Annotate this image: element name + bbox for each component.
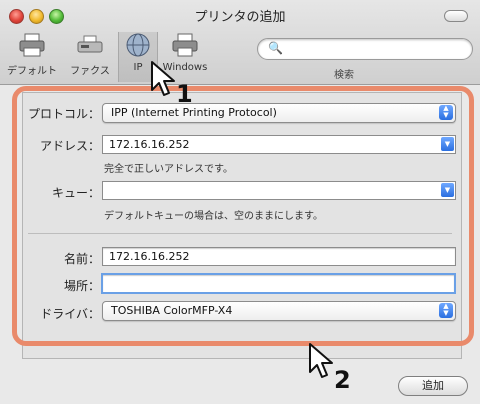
windows-printer-icon [172, 33, 198, 57]
printer-default-icon [19, 33, 45, 57]
search-field[interactable]: 🔍 [257, 38, 473, 60]
add-button[interactable]: 追加 [398, 376, 468, 396]
fax-icon [77, 35, 103, 53]
window-title: プリンタの追加 [194, 10, 286, 25]
search-icon: 🔍 [268, 41, 283, 55]
toolbar-item-fax[interactable]: ファクス [64, 32, 116, 82]
toolbar-item-label: デフォルト [7, 66, 57, 77]
add-printer-window: プリンタの追加 デフォルト ファクス IP Windows 🔍 検索 プロトコル… [0, 0, 480, 404]
toolbar-item-label: ファクス [70, 66, 110, 77]
step-1-label: 1 [176, 80, 193, 108]
search-label: 検索 [334, 70, 354, 81]
highlight-frame [12, 86, 474, 346]
step-2-label: 2 [334, 366, 351, 394]
toolbar-item-default[interactable]: デフォルト [6, 32, 58, 82]
ip-globe-icon [126, 33, 150, 57]
toolbar-toggle-button[interactable] [444, 10, 468, 22]
toolbar: プリンタの追加 デフォルト ファクス IP Windows 🔍 検索 [0, 0, 480, 85]
